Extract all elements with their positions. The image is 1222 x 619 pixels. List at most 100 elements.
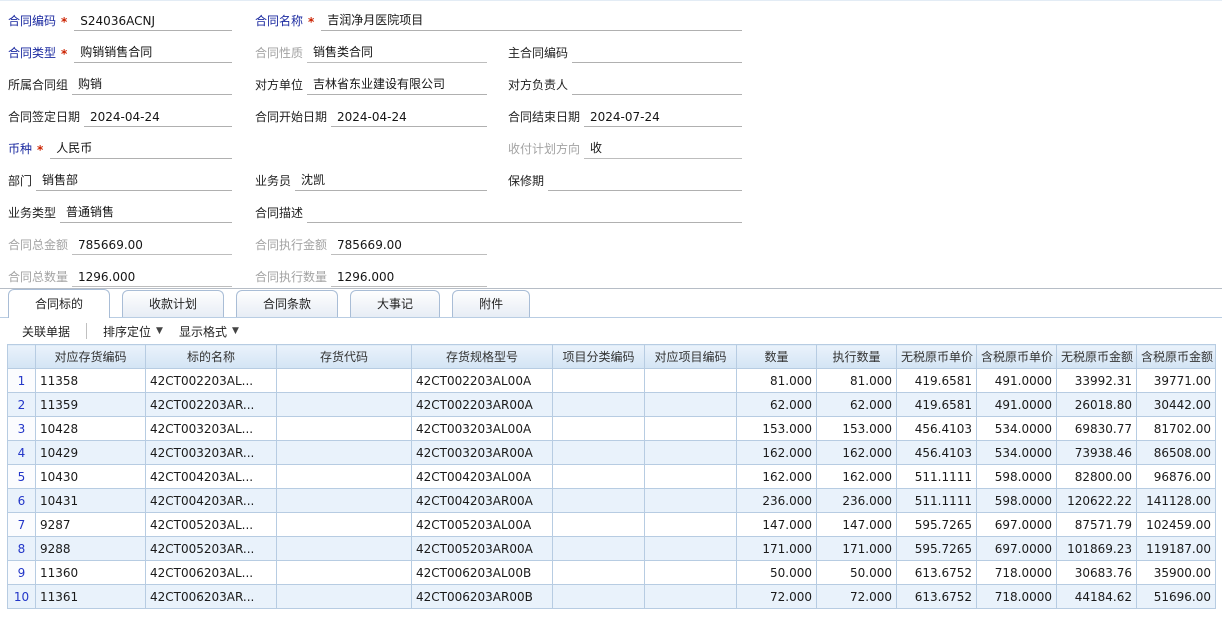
amount-no-tax-cell[interactable]: 26018.80 — [1057, 393, 1137, 417]
quantity-cell[interactable]: 81.000 — [737, 369, 817, 393]
row-number-cell[interactable]: 3 — [8, 417, 36, 441]
header-spec-model[interactable]: 存货规格型号 — [412, 345, 553, 369]
amount-with-tax-cell[interactable]: 39771.00 — [1137, 369, 1216, 393]
exec-quantity-cell[interactable]: 147.000 — [817, 513, 897, 537]
counterparty-person-input[interactable] — [572, 92, 742, 95]
header-exec-quantity[interactable]: 执行数量 — [817, 345, 897, 369]
tab-contract-terms[interactable]: 合同条款 — [236, 290, 338, 317]
stock-code-cell[interactable] — [277, 441, 412, 465]
exec-quantity-cell[interactable]: 50.000 — [817, 561, 897, 585]
row-number-cell[interactable]: 9 — [8, 561, 36, 585]
amount-no-tax-cell[interactable]: 82800.00 — [1057, 465, 1137, 489]
row-number-cell[interactable]: 6 — [8, 489, 36, 513]
stock-code-cell[interactable] — [277, 465, 412, 489]
header-stock-code[interactable]: 存货代码 — [277, 345, 412, 369]
amount-no-tax-cell[interactable]: 73938.46 — [1057, 441, 1137, 465]
tab-receipt-plan[interactable]: 收款计划 — [122, 290, 224, 317]
project-code-cell[interactable] — [645, 537, 737, 561]
exec-quantity-cell[interactable]: 81.000 — [817, 369, 897, 393]
inventory-code-cell[interactable]: 10428 — [36, 417, 146, 441]
price-with-tax-cell[interactable]: 718.0000 — [977, 585, 1057, 609]
price-with-tax-cell[interactable]: 697.0000 — [977, 513, 1057, 537]
amount-no-tax-cell[interactable]: 120622.22 — [1057, 489, 1137, 513]
sign-date-input[interactable]: 2024-04-24 — [84, 110, 232, 127]
exec-quantity-cell[interactable]: 72.000 — [817, 585, 897, 609]
inventory-code-cell[interactable]: 11361 — [36, 585, 146, 609]
price-with-tax-cell[interactable]: 491.0000 — [977, 393, 1057, 417]
project-code-cell[interactable] — [645, 465, 737, 489]
table-row[interactable]: 6 10431 42CT004203AR... 42CT004203AR00A … — [8, 489, 1216, 513]
stock-code-cell[interactable] — [277, 537, 412, 561]
spec-model-cell[interactable]: 42CT006203AR00B — [412, 585, 553, 609]
header-quantity[interactable]: 数量 — [737, 345, 817, 369]
exec-quantity-cell[interactable]: 153.000 — [817, 417, 897, 441]
amount-with-tax-cell[interactable]: 86508.00 — [1137, 441, 1216, 465]
project-code-cell[interactable] — [645, 369, 737, 393]
price-with-tax-cell[interactable]: 718.0000 — [977, 561, 1057, 585]
price-with-tax-cell[interactable]: 534.0000 — [977, 417, 1057, 441]
header-project-class-code[interactable]: 项目分类编码 — [553, 345, 645, 369]
stock-code-cell[interactable] — [277, 393, 412, 417]
header-project-code[interactable]: 对应项目编码 — [645, 345, 737, 369]
table-row[interactable]: 8 9288 42CT005203AR... 42CT005203AR00A 1… — [8, 537, 1216, 561]
item-name-cell[interactable]: 42CT006203AR... — [146, 585, 277, 609]
spec-model-cell[interactable]: 42CT002203AL00A — [412, 369, 553, 393]
salesman-input[interactable]: 沈凯 — [295, 171, 487, 191]
table-row[interactable]: 5 10430 42CT004203AL... 42CT004203AL00A … — [8, 465, 1216, 489]
item-name-cell[interactable]: 42CT002203AR... — [146, 393, 277, 417]
project-code-cell[interactable] — [645, 393, 737, 417]
spec-model-cell[interactable]: 42CT005203AR00A — [412, 537, 553, 561]
header-amount-with-tax[interactable]: 含税原币金额 — [1137, 345, 1216, 369]
table-row[interactable]: 4 10429 42CT003203AR... 42CT003203AR00A … — [8, 441, 1216, 465]
project-class-cell[interactable] — [553, 561, 645, 585]
amount-no-tax-cell[interactable]: 69830.77 — [1057, 417, 1137, 441]
price-with-tax-cell[interactable]: 598.0000 — [977, 489, 1057, 513]
project-code-cell[interactable] — [645, 489, 737, 513]
project-class-cell[interactable] — [553, 465, 645, 489]
item-name-cell[interactable]: 42CT003203AR... — [146, 441, 277, 465]
exec-quantity-cell[interactable]: 171.000 — [817, 537, 897, 561]
spec-model-cell[interactable]: 42CT003203AR00A — [412, 441, 553, 465]
price-no-tax-cell[interactable]: 613.6752 — [897, 561, 977, 585]
quantity-cell[interactable]: 162.000 — [737, 465, 817, 489]
project-code-cell[interactable] — [645, 441, 737, 465]
project-code-cell[interactable] — [645, 513, 737, 537]
inventory-code-cell[interactable]: 9288 — [36, 537, 146, 561]
project-class-cell[interactable] — [553, 441, 645, 465]
price-no-tax-cell[interactable]: 511.1111 — [897, 489, 977, 513]
quantity-cell[interactable]: 62.000 — [737, 393, 817, 417]
stock-code-cell[interactable] — [277, 561, 412, 585]
price-with-tax-cell[interactable]: 697.0000 — [977, 537, 1057, 561]
price-no-tax-cell[interactable]: 511.1111 — [897, 465, 977, 489]
amount-with-tax-cell[interactable]: 96876.00 — [1137, 465, 1216, 489]
price-no-tax-cell[interactable]: 456.4103 — [897, 417, 977, 441]
department-input[interactable]: 销售部 — [36, 171, 232, 191]
inventory-code-cell[interactable]: 10431 — [36, 489, 146, 513]
amount-with-tax-cell[interactable]: 30442.00 — [1137, 393, 1216, 417]
start-date-input[interactable]: 2024-04-24 — [331, 110, 487, 127]
amount-with-tax-cell[interactable]: 102459.00 — [1137, 513, 1216, 537]
display-format-button[interactable]: 显示格式 ▼ — [171, 321, 247, 342]
item-name-cell[interactable]: 42CT004203AL... — [146, 465, 277, 489]
price-no-tax-cell[interactable]: 456.4103 — [897, 441, 977, 465]
quantity-cell[interactable]: 236.000 — [737, 489, 817, 513]
main-contract-code-input[interactable] — [572, 60, 742, 63]
warranty-input[interactable] — [548, 188, 742, 191]
amount-with-tax-cell[interactable]: 119187.00 — [1137, 537, 1216, 561]
quantity-cell[interactable]: 147.000 — [737, 513, 817, 537]
price-no-tax-cell[interactable]: 613.6752 — [897, 585, 977, 609]
spec-model-cell[interactable]: 42CT006203AL00B — [412, 561, 553, 585]
spec-model-cell[interactable]: 42CT004203AR00A — [412, 489, 553, 513]
item-name-cell[interactable]: 42CT002203AL... — [146, 369, 277, 393]
item-name-cell[interactable]: 42CT004203AR... — [146, 489, 277, 513]
amount-no-tax-cell[interactable]: 87571.79 — [1057, 513, 1137, 537]
table-row[interactable]: 7 9287 42CT005203AL... 42CT005203AL00A 1… — [8, 513, 1216, 537]
header-amount-no-tax[interactable]: 无税原币金额 — [1057, 345, 1137, 369]
related-docs-button[interactable]: 关联单据 — [14, 321, 78, 342]
project-class-cell[interactable] — [553, 393, 645, 417]
exec-quantity-cell[interactable]: 162.000 — [817, 441, 897, 465]
inventory-code-cell[interactable]: 11358 — [36, 369, 146, 393]
spec-model-cell[interactable]: 42CT005203AL00A — [412, 513, 553, 537]
spec-model-cell[interactable]: 42CT004203AL00A — [412, 465, 553, 489]
table-row[interactable]: 10 11361 42CT006203AR... 42CT006203AR00B… — [8, 585, 1216, 609]
